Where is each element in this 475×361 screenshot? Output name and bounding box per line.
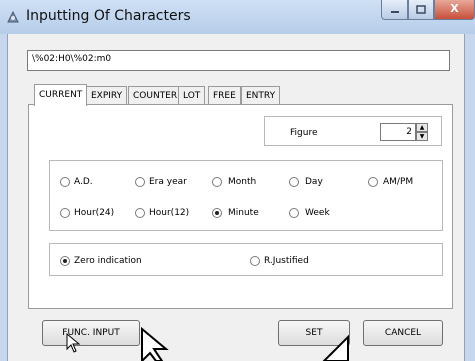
radio-r-justified[interactable] [250,256,260,266]
spin-down-icon: ▼ [419,133,425,140]
cancel-button[interactable]: CANCEL [363,320,443,346]
pointer-arrow-icon [322,334,349,361]
spin-up-icon: ▲ [419,124,425,131]
figure-label: Figure [290,128,318,138]
window-frame-left [0,34,7,361]
radio-era-year[interactable] [135,177,145,187]
radio-hour12[interactable] [135,208,145,218]
radio-ampm[interactable] [368,177,378,187]
close-icon: X [450,2,459,15]
radio-day-label: Day [305,177,323,187]
radio-month[interactable] [212,177,222,187]
dialog-window: Inputting Of Characters X \%02:H0\%02:m0… [0,0,475,361]
radio-month-label: Month [228,177,257,187]
figure-input[interactable]: 2 [380,123,416,141]
tab-expiry[interactable]: EXPIRY [86,86,128,105]
tab-lot[interactable]: LOT [178,86,206,105]
mouse-pointer-icon [66,333,81,353]
minimize-icon [390,11,399,13]
units-group [49,160,443,231]
spin-up-button[interactable]: ▲ [416,123,428,132]
tab-current[interactable]: CURRENT [34,84,88,106]
radio-zero-indication-label: Zero indication [74,256,142,266]
radio-day[interactable] [289,177,299,187]
radio-ad-label: A.D. [74,177,93,187]
radio-hour12-label: Hour(12) [149,208,190,218]
app-icon [7,10,19,23]
formula-field[interactable]: \%02:H0\%02:m0 [27,50,450,71]
window-title: Inputting Of Characters [26,8,191,24]
radio-hour24[interactable] [60,208,70,218]
tab-entry[interactable]: ENTRY [241,86,281,105]
spin-down-button[interactable]: ▼ [416,132,428,141]
radio-r-justified-label: R.Justified [264,256,309,266]
radio-week[interactable] [289,208,299,218]
radio-ad[interactable] [60,177,70,187]
tab-counter[interactable]: COUNTER [128,86,183,105]
pointer-arrow-icon [141,327,169,361]
radio-era-year-label: Era year [149,177,187,187]
minimize-button[interactable] [381,0,408,20]
title-bar[interactable]: Inputting Of Characters X [0,0,475,34]
window-frame-right [465,34,475,361]
radio-zero-indication[interactable] [60,256,70,266]
radio-minute[interactable] [212,208,222,218]
radio-minute-label: Minute [228,208,259,218]
tab-free[interactable]: FREE [208,86,241,105]
maximize-icon [416,5,426,14]
maximize-button[interactable] [408,0,434,20]
radio-week-label: Week [305,208,330,218]
func-input-button[interactable]: FUNC. INPUT [42,320,140,346]
radio-hour24-label: Hour(24) [74,208,115,218]
close-button[interactable]: X [434,0,475,20]
radio-ampm-label: AM/PM [383,177,414,187]
